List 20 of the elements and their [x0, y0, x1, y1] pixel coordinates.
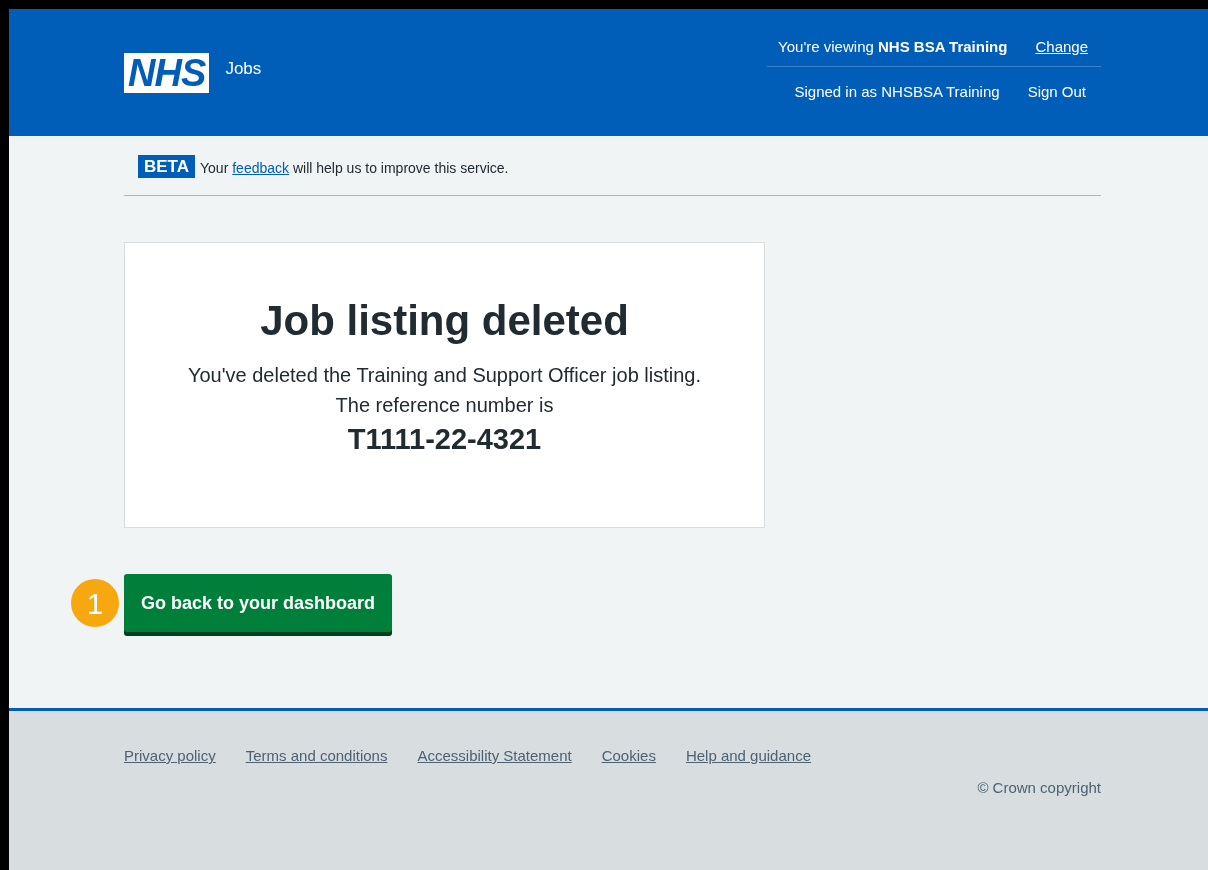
reference-label: The reference number is — [335, 392, 554, 418]
service-name: Jobs — [225, 58, 262, 81]
footer-link[interactable]: Help and guidance — [685, 745, 811, 768]
beta-tag: BETA — [138, 154, 195, 179]
footer-link[interactable]: Cookies — [601, 745, 656, 768]
viewing-organisation: You're viewing NHS BSA Training — [778, 37, 1008, 58]
step-marker: 1 — [71, 579, 119, 627]
change-link[interactable]: Change — [1035, 36, 1088, 59]
sign-out-link[interactable]: Sign Out — [1027, 81, 1086, 104]
beta-message: Your feedback will help us to improve this service. — [200, 159, 509, 178]
footer-link[interactable]: Privacy policy — [124, 745, 216, 768]
footer-link[interactable]: Accessibility Statement — [417, 745, 572, 768]
panel-body: You've deleted the Training and Support Officer job listing. — [187, 362, 701, 388]
copyright-text: © Crown copyright — [977, 777, 1101, 798]
nhs-logo[interactable]: NHS — [124, 53, 210, 93]
footer-link[interactable]: Terms and conditions — [245, 745, 388, 768]
feedback-link[interactable]: feedback — [232, 160, 290, 176]
signed-in-text: Signed in as NHSBSA Training — [794, 82, 1000, 102]
panel-title: Job listing deleted — [260, 296, 629, 346]
reference-number: T1111-22-4321 — [347, 421, 542, 457]
